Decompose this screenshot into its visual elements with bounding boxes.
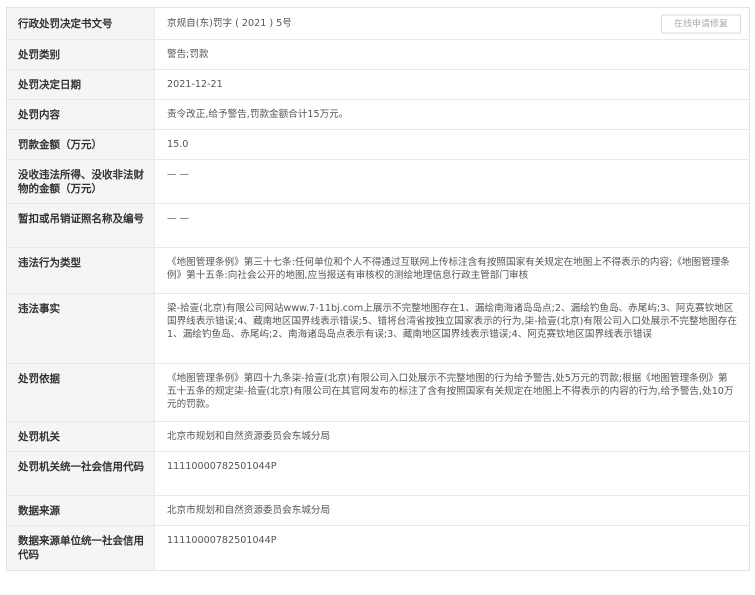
apply-repair-button[interactable]: 在线申请修复 [660,14,741,33]
row-data-source: 数据来源 北京市规划和自然资源委员会东城分局 [7,496,749,526]
row-license-revoked: 暂扣或吊销证照名称及编号 — — [7,204,749,248]
row-label: 处罚机关 [7,422,155,451]
row-label: 行政处罚决定书文号 [7,8,155,39]
row-label: 处罚内容 [7,100,155,129]
row-value: 11110000782501044P [167,461,277,472]
row-value: 15.0 [167,139,189,150]
row-value: 2021-12-21 [167,79,223,90]
row-value: 北京市规划和自然资源委员会东城分局 [167,431,331,442]
decision-number-value: 京规自(东)罚字 ( 2021 ) 5号 [167,18,292,29]
row-label: 数据来源单位统一社会信用代码 [7,526,155,570]
row-label: 处罚类别 [7,40,155,69]
row-value: — — [167,169,190,180]
row-value: 《地图管理条例》第三十七条:任何单位和个人不得通过互联网上传标注含有按照国家有关… [167,257,730,281]
penalty-detail-table: 行政处罚决定书文号 京规自(东)罚字 ( 2021 ) 5号 在线申请修复 处罚… [6,7,750,571]
row-value: — — [167,213,190,224]
row-label: 处罚依据 [7,364,155,421]
row-label: 处罚决定日期 [7,70,155,99]
row-penalty-basis: 处罚依据 《地图管理条例》第四十九条柒-拾壹(北京)有限公司入口处展示不完整地图… [7,364,749,422]
row-label: 暂扣或吊销证照名称及编号 [7,204,155,247]
row-violation-type: 违法行为类型 《地图管理条例》第三十七条:任何单位和个人不得通过互联网上传标注含… [7,248,749,294]
row-confiscation-amount: 没收违法所得、没收非法财物的金额（万元） — — [7,160,749,204]
row-label: 违法行为类型 [7,248,155,293]
row-label: 罚款金额（万元） [7,130,155,159]
row-decision-date: 处罚决定日期 2021-12-21 [7,70,749,100]
row-authority: 处罚机关 北京市规划和自然资源委员会东城分局 [7,422,749,452]
row-violation-facts: 违法事实 梁-拾壹(北京)有限公司网站www.7-11bj.com上展示不完整地… [7,294,749,364]
row-value: 《地图管理条例》第四十九条柒-拾壹(北京)有限公司入口处展示不完整地图的行为给予… [167,373,734,410]
row-penalty-content: 处罚内容 责令改正,给予警告,罚款金额合计15万元。 [7,100,749,130]
row-label: 处罚机关统一社会信用代码 [7,452,155,495]
row-value: 警告;罚款 [167,49,209,60]
row-value: 责令改正,给予警告,罚款金额合计15万元。 [167,109,349,120]
row-value: 11110000782501044P [167,535,277,546]
row-value: 京规自(东)罚字 ( 2021 ) 5号 在线申请修复 [155,8,749,39]
row-decision-number: 行政处罚决定书文号 京规自(东)罚字 ( 2021 ) 5号 在线申请修复 [7,8,749,40]
row-label: 违法事实 [7,294,155,363]
row-label: 数据来源 [7,496,155,525]
row-authority-credit-code: 处罚机关统一社会信用代码 11110000782501044P [7,452,749,496]
row-data-source-credit-code: 数据来源单位统一社会信用代码 11110000782501044P [7,526,749,570]
row-value: 北京市规划和自然资源委员会东城分局 [167,505,331,516]
row-label: 没收违法所得、没收非法财物的金额（万元） [7,160,155,203]
row-penalty-type: 处罚类别 警告;罚款 [7,40,749,70]
row-fine-amount: 罚款金额（万元） 15.0 [7,130,749,160]
row-value: 梁-拾壹(北京)有限公司网站www.7-11bj.com上展示不完整地图存在1、… [167,303,737,340]
